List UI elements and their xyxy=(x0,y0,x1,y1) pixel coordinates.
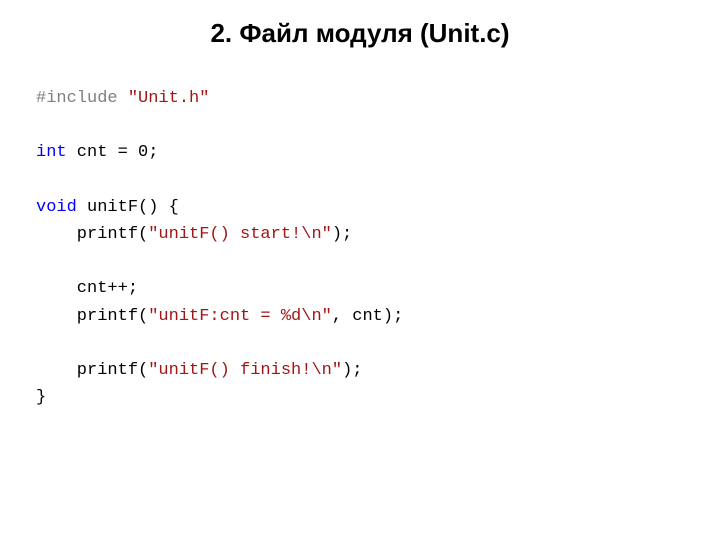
code-token: #include xyxy=(36,89,118,108)
code-token: unitF() { xyxy=(77,198,179,217)
code-token: "unitF:cnt = %d\n" xyxy=(148,307,332,326)
code-token: int xyxy=(36,143,67,162)
code-token: "Unit.h" xyxy=(128,89,210,108)
slide: 2. Файл модуля (Unit.c) #include "Unit.h… xyxy=(0,0,720,540)
code-token: "unitF() start!\n" xyxy=(148,225,332,244)
slide-title: 2. Файл модуля (Unit.c) xyxy=(36,18,684,49)
code-token: cnt = 0; xyxy=(67,143,159,162)
code-token: printf( xyxy=(36,307,148,326)
code-token: printf( xyxy=(36,225,148,244)
code-token xyxy=(118,89,128,108)
code-token: printf( xyxy=(36,361,148,380)
code-token: "unitF() finish!\n" xyxy=(148,361,342,380)
code-token: cnt++; xyxy=(36,279,138,298)
code-token: , cnt); xyxy=(332,307,403,326)
code-token: } xyxy=(36,388,46,407)
code-block: #include "Unit.h" int cnt = 0; void unit… xyxy=(36,85,684,411)
code-token: ); xyxy=(332,225,352,244)
code-token: ); xyxy=(342,361,362,380)
code-token: void xyxy=(36,198,77,217)
